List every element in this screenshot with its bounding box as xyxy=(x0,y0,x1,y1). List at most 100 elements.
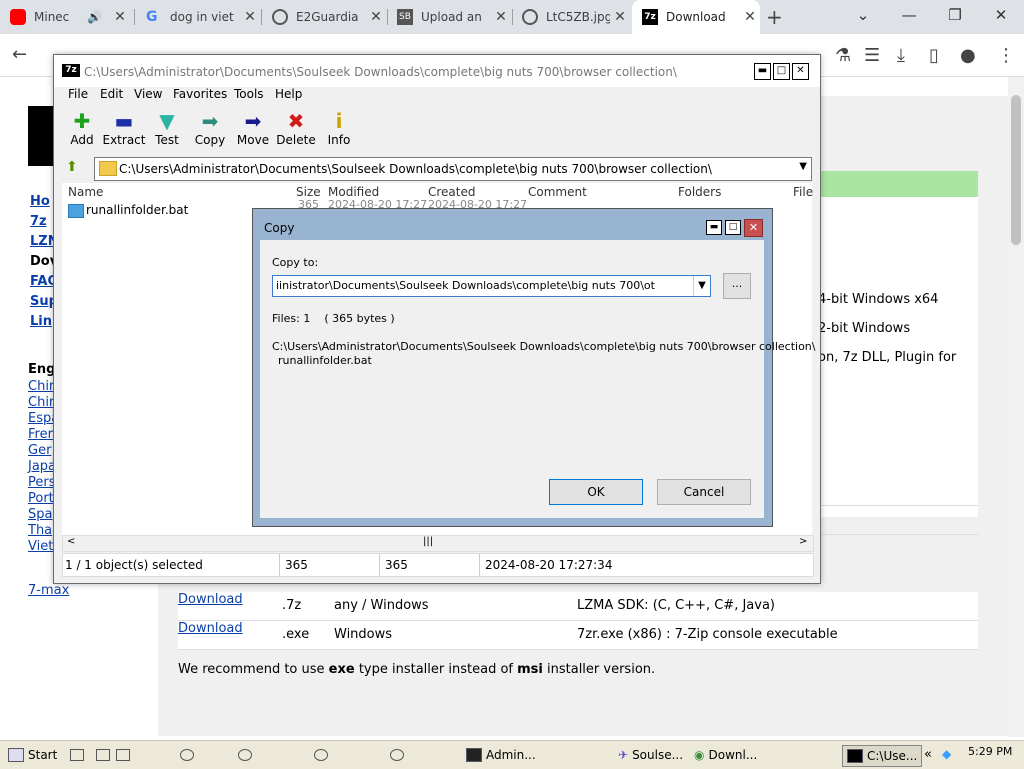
menu-favorites[interactable]: Favorites xyxy=(173,87,227,101)
close-icon[interactable]: ✕ xyxy=(744,219,763,237)
language-link[interactable]: Tha xyxy=(28,523,52,538)
column-name[interactable]: Name xyxy=(68,185,103,199)
taskbar-item-soulseek[interactable]: ✈ Soulse... xyxy=(618,748,683,762)
app-icon[interactable] xyxy=(390,749,404,761)
close-icon[interactable]: ✕ xyxy=(740,9,760,25)
ok-button[interactable]: OK xyxy=(549,479,643,505)
globe-icon xyxy=(272,9,288,25)
close-window-icon[interactable]: ✕ xyxy=(978,0,1024,34)
test-button[interactable]: ▼ Test xyxy=(145,109,189,147)
explorer-icon[interactable] xyxy=(96,749,110,761)
tab-upload[interactable]: SB Upload an ✕ xyxy=(387,0,511,34)
maximize-icon[interactable]: □ xyxy=(773,63,790,80)
delete-button[interactable]: ✖ Delete xyxy=(274,109,318,147)
tray-expand-icon[interactable]: « xyxy=(924,747,932,762)
nav-link[interactable]: Lin xyxy=(30,314,52,329)
chevron-down-icon[interactable]: ▼ xyxy=(693,276,710,296)
menu-file[interactable]: File xyxy=(68,87,88,101)
scroll-left-icon[interactable]: < xyxy=(67,536,75,547)
download-icon[interactable]: ⤓ xyxy=(897,45,905,66)
scroll-grip-icon[interactable]: ||| xyxy=(423,536,433,547)
download-link[interactable]: Download xyxy=(178,592,243,607)
path-combobox[interactable]: C:\Users\Administrator\Documents\Soulsee… xyxy=(94,157,812,181)
start-button[interactable]: Start xyxy=(8,748,57,762)
taskbar-item-admin[interactable]: Admin... xyxy=(466,748,536,762)
close-icon[interactable]: ✕ xyxy=(366,9,386,25)
taskbar-item-download[interactable]: ◉ Downl... xyxy=(694,748,757,762)
tab-youtube[interactable]: Minec 🔊 ✕ xyxy=(0,0,130,34)
column-created[interactable]: Created xyxy=(428,185,476,199)
nav-link[interactable]: Ho xyxy=(30,194,50,209)
close-icon[interactable]: ✕ xyxy=(110,9,130,25)
lab-icon[interactable]: ⚗ xyxy=(835,45,851,66)
taskbar-item-7zip[interactable]: C:\Use... xyxy=(842,745,923,767)
language-link[interactable]: Ger xyxy=(28,443,51,458)
maximize-icon[interactable]: □ xyxy=(725,220,741,235)
close-icon[interactable]: ✕ xyxy=(240,9,260,25)
language-link[interactable]: Port xyxy=(28,491,54,506)
files-info: Files: 1 ( 365 bytes ) xyxy=(272,312,395,325)
reading-list-icon[interactable]: ☰ xyxy=(864,45,880,66)
tab-e2guardian[interactable]: E2Guardia ✕ xyxy=(262,0,386,34)
tab-search-icon[interactable]: ⌄ xyxy=(840,0,886,34)
nav-link[interactable]: 7z xyxy=(30,214,47,229)
app-icon[interactable] xyxy=(180,749,194,761)
minimize-icon[interactable]: ▬ xyxy=(706,220,722,235)
close-icon[interactable]: ✕ xyxy=(792,63,809,80)
menu-view[interactable]: View xyxy=(134,87,162,101)
minimize-icon[interactable]: ▬ xyxy=(754,63,771,80)
scroll-right-icon[interactable]: > xyxy=(799,536,807,547)
desktop-icon[interactable] xyxy=(70,749,84,761)
tab-google[interactable]: G dog in viet ✕ xyxy=(136,0,260,34)
column-comment[interactable]: Comment xyxy=(528,185,587,199)
copy-button[interactable]: ➡ Copy xyxy=(188,109,232,147)
move-button[interactable]: ➡ Move xyxy=(231,109,275,147)
page-scrollbar-thumb[interactable] xyxy=(1011,95,1021,245)
language-link[interactable]: Frer xyxy=(28,427,53,442)
restore-icon[interactable]: ❐ xyxy=(932,0,978,34)
up-folder-icon[interactable]: ⬆ xyxy=(66,159,84,177)
close-icon[interactable]: ✕ xyxy=(491,9,511,25)
chevron-down-icon[interactable]: ▼ xyxy=(799,161,807,172)
column-size[interactable]: Size xyxy=(296,185,321,199)
language-link[interactable]: Pers xyxy=(28,475,56,490)
profile-icon[interactable]: ● xyxy=(960,45,976,66)
copy-to-input[interactable]: iinistrator\Documents\Soulseek Downloads… xyxy=(276,279,686,292)
language-link[interactable]: Viet xyxy=(28,539,53,554)
tab-title: E2Guardia xyxy=(296,10,359,24)
app-icon[interactable] xyxy=(314,749,328,761)
column-files[interactable]: File xyxy=(793,185,813,199)
speaker-icon[interactable]: 🔊 xyxy=(87,10,102,24)
seven-max-link[interactable]: 7-max xyxy=(28,583,69,598)
menu-tools[interactable]: Tools xyxy=(234,87,264,101)
app-icon[interactable] xyxy=(238,749,252,761)
close-icon[interactable]: ✕ xyxy=(610,9,630,25)
menu-help[interactable]: Help xyxy=(275,87,302,101)
menu-icon[interactable]: ⋮ xyxy=(997,45,1015,66)
tray-icon[interactable]: ◆ xyxy=(942,747,951,761)
language-link[interactable]: Japa xyxy=(28,459,56,474)
side-panel-icon[interactable]: ▯ xyxy=(929,45,939,66)
back-icon[interactable]: ← xyxy=(12,44,27,65)
column-folders[interactable]: Folders xyxy=(678,185,721,199)
info-button[interactable]: i Info xyxy=(317,109,361,147)
download-link[interactable]: Download xyxy=(178,621,243,636)
column-modified[interactable]: Modified xyxy=(328,185,379,199)
path-text: C:\Users\Administrator\Documents\Soulsee… xyxy=(119,162,712,176)
app-icon[interactable] xyxy=(116,749,130,761)
horizontal-scrollbar[interactable]: < ||| > xyxy=(62,535,814,552)
copy-to-combobox[interactable]: iinistrator\Documents\Soulseek Downloads… xyxy=(272,275,711,297)
status-date: 2024-08-20 17:27:34 xyxy=(485,558,613,572)
language-link[interactable]: Spa xyxy=(28,507,52,522)
browse-button[interactable]: ... xyxy=(723,273,751,299)
language-link[interactable]: Chir xyxy=(28,379,54,394)
tab-download[interactable]: 7z Download ✕ xyxy=(632,0,760,34)
extract-button[interactable]: ▬ Extract xyxy=(102,109,146,147)
cancel-button[interactable]: Cancel xyxy=(657,479,751,505)
minimize-icon[interactable]: — xyxy=(886,0,932,34)
menu-edit[interactable]: Edit xyxy=(100,87,123,101)
tab-image[interactable]: LtC5ZB.jpg ✕ xyxy=(512,0,630,34)
language-link[interactable]: Chir xyxy=(28,395,54,410)
add-button[interactable]: ✚ Add xyxy=(60,109,104,147)
new-tab-icon[interactable]: + xyxy=(766,5,783,29)
